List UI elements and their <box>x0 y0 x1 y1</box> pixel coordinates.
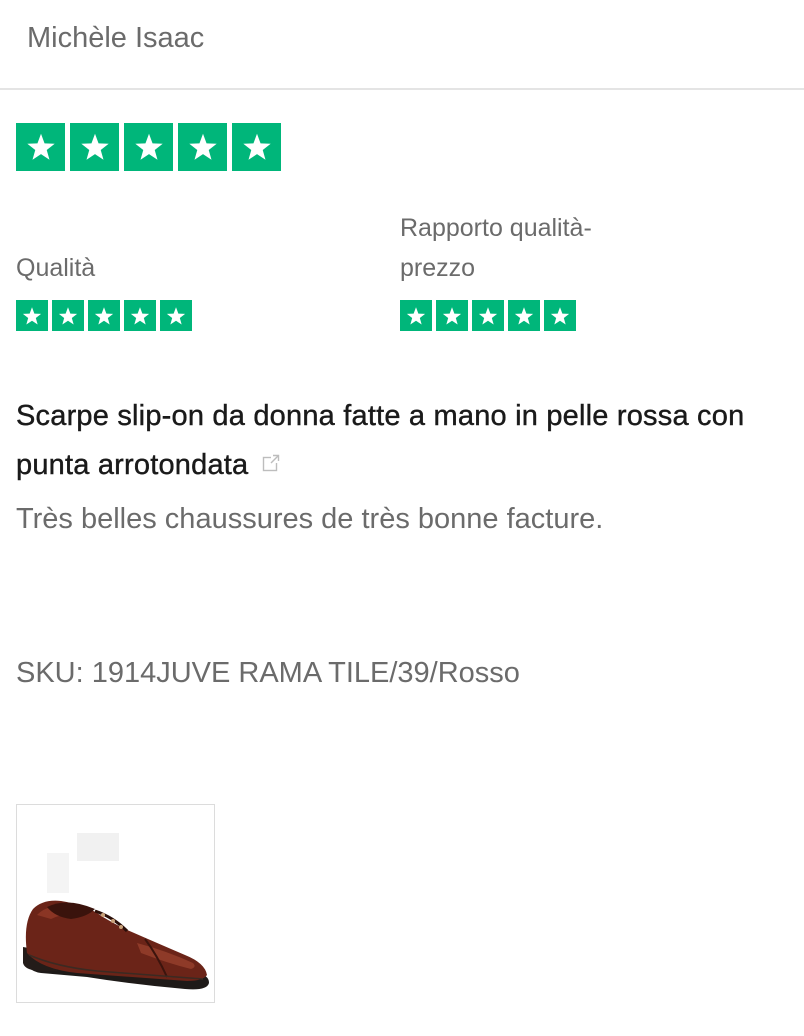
overall-rating-stars <box>16 123 286 171</box>
quality-label: Qualità <box>16 254 96 282</box>
star-icon <box>544 300 576 331</box>
star-icon <box>508 300 540 331</box>
quality-rating-stars <box>16 300 196 331</box>
star-icon <box>472 300 504 331</box>
star-icon <box>232 123 281 171</box>
product-sku: SKU: 1914JUVE RAMA TILE/39/Rosso <box>16 652 520 694</box>
review-header: Michèle Isaac <box>0 0 804 90</box>
star-icon <box>436 300 468 331</box>
sku-value: 1914JUVE RAMA TILE/39/Rosso <box>91 657 520 689</box>
star-icon <box>124 123 173 171</box>
star-icon <box>16 123 65 171</box>
shoe-image <box>17 805 214 1002</box>
value-for-money-rating-stars <box>400 300 580 331</box>
value-for-money-label: Rapporto qualità-prezzo <box>400 214 592 282</box>
sku-label: SKU: <box>16 657 84 689</box>
star-icon <box>160 300 192 331</box>
external-link-icon[interactable] <box>262 439 281 488</box>
star-icon <box>16 300 48 331</box>
review-body: Très belles chaussures de très bonne fac… <box>16 503 604 535</box>
star-icon <box>124 300 156 331</box>
product-title-link[interactable]: Scarpe slip-on da donna fatte a mano in … <box>16 392 756 491</box>
star-icon <box>52 300 84 331</box>
star-icon <box>400 300 432 331</box>
star-icon <box>70 123 119 171</box>
reviewer-name: Michèle Isaac <box>27 22 205 54</box>
product-title[interactable]: Scarpe slip-on da donna fatte a mano in … <box>16 400 745 481</box>
star-icon <box>88 300 120 331</box>
product-image-thumbnail[interactable] <box>16 804 215 1003</box>
review-card: Michèle Isaac Qualità Rapporto qualità-p… <box>0 0 804 1036</box>
star-icon <box>178 123 227 171</box>
